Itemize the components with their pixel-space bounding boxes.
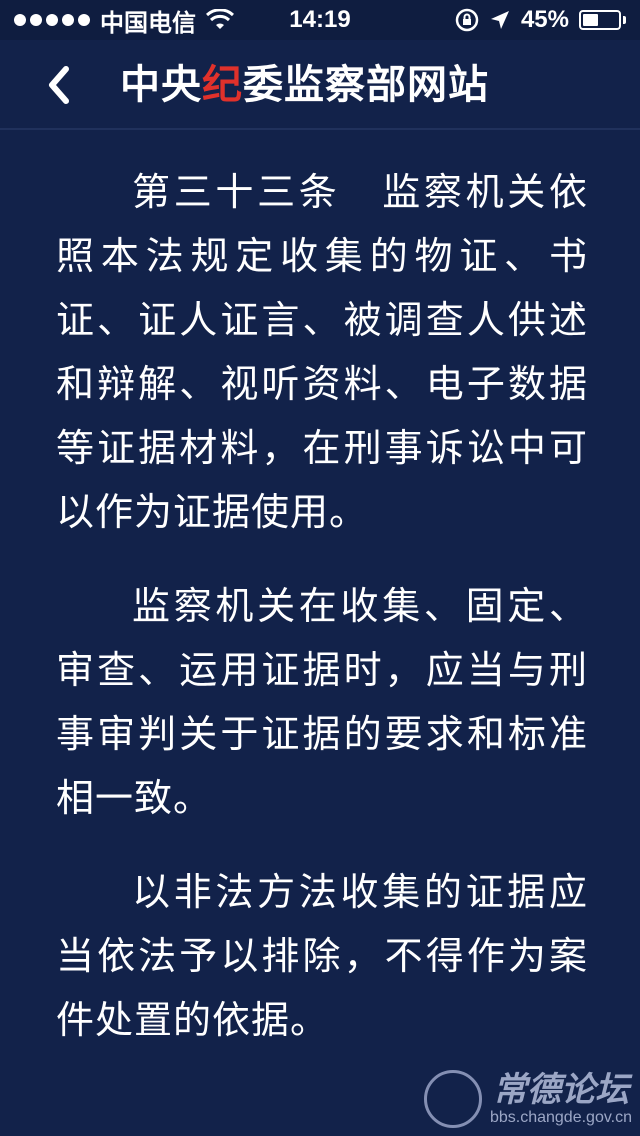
- article-paragraph: 以非法方法收集的证据应当依法予以排除，不得作为案件处置的依据。: [56, 870, 588, 1042]
- watermark-seal-icon: [423, 1070, 482, 1128]
- navigation-bar: 中央纪委监察部网站: [0, 40, 640, 130]
- title-part1: 中央: [120, 61, 202, 108]
- carrier-name: 中国电信: [100, 8, 196, 37]
- signal-strength-icon: [14, 14, 90, 26]
- watermark-text: 常德论坛 bbs.changde.gov.cn: [490, 1071, 632, 1127]
- title-part2: 委监察部网站: [243, 61, 489, 108]
- watermark-url: bbs.changde.gov.cn: [489, 1109, 632, 1126]
- watermark-name: 常德论坛: [492, 1070, 629, 1110]
- battery-percent: 45%: [520, 6, 569, 33]
- watermark: 常德论坛 bbs.changde.gov.cn: [423, 1070, 632, 1128]
- title-accent: 纪: [202, 61, 243, 108]
- article-body: 第三十三条 监察机关依照本法规定收集的物证、书证、证人证言、被调查人供述和辩解、…: [56, 160, 588, 1082]
- chevron-left-icon: [49, 66, 69, 104]
- rotation-lock-icon: [455, 8, 479, 32]
- wifi-icon: [206, 9, 234, 29]
- back-button[interactable]: [34, 58, 84, 112]
- status-left: 中国电信: [14, 3, 234, 38]
- page-title: 中央纪委监察部网站: [120, 40, 489, 130]
- status-bar: 中国电信 14:19 45%: [0, 0, 640, 40]
- article-paragraph: 监察机关在收集、固定、审查、运用证据时，应当与刑事审判关于证据的要求和标准相一致…: [56, 584, 588, 820]
- article-paragraph: 第三十三条 监察机关依照本法规定收集的物证、书证、证人证言、被调查人供述和辩解、…: [56, 170, 588, 534]
- location-arrow-icon: [490, 11, 509, 29]
- status-right: 45%: [455, 6, 626, 34]
- battery-icon: [579, 10, 626, 30]
